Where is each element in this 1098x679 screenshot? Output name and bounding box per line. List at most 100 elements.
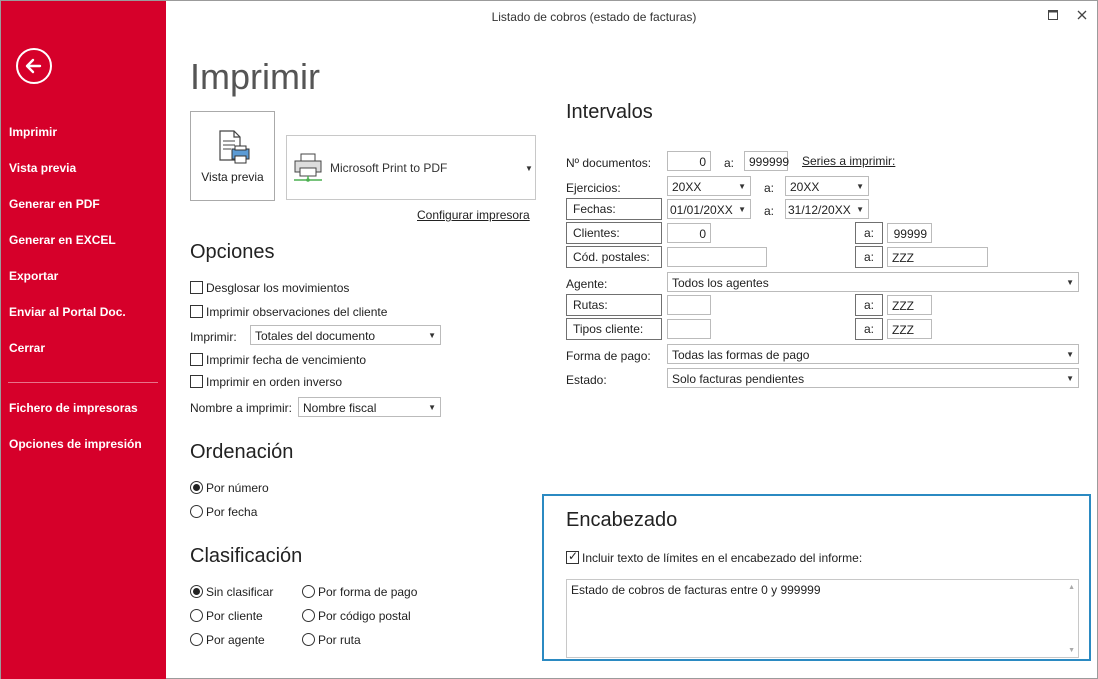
estado-select[interactable]: Solo facturas pendientes ▼ [667, 368, 1079, 388]
vista-previa-button[interactable]: Vista previa [190, 111, 275, 201]
por-codigo-postal-label: Por código postal [318, 609, 411, 623]
title-bar: Listado de cobros (estado de facturas) [166, 1, 1098, 33]
cod-postales-button[interactable]: Cód. postales: [566, 246, 662, 268]
page-title: Imprimir [190, 56, 320, 97]
configurar-impresora-link[interactable]: Configurar impresora [417, 208, 530, 222]
ordenacion-heading: Ordenación [190, 441, 294, 463]
printer-select[interactable]: Microsoft Print to PDF ▼ [286, 135, 536, 200]
fecha-from-value: 01/01/20XX [670, 203, 733, 217]
clasificacion-heading: Clasificación [190, 545, 303, 567]
fechas-button[interactable]: Fechas: [566, 198, 662, 220]
chevron-down-icon: ▼ [1066, 350, 1074, 359]
chevron-down-icon: ▼ [525, 164, 533, 173]
agente-select[interactable]: Todos los agentes ▼ [667, 272, 1079, 292]
tipo-to-input[interactable]: ZZZ [887, 319, 932, 339]
sidebar-item-vista-previa[interactable]: Vista previa [9, 161, 76, 175]
n-documentos-label: Nº documentos: [566, 156, 652, 170]
clientes-a-button[interactable]: a: [855, 222, 883, 244]
orden-inverso-checkbox[interactable] [190, 375, 203, 388]
scroll-up-icon[interactable]: ▲ [1068, 584, 1075, 591]
doc-to-input[interactable]: 999999 [744, 151, 789, 171]
imprimir-label: Imprimir: [190, 330, 237, 344]
agente-label: Agente: [566, 277, 608, 291]
chevron-down-icon: ▼ [1066, 374, 1074, 383]
incluir-limites-checkbox[interactable] [566, 549, 579, 564]
encabezado-textarea[interactable]: Estado de cobros de facturas entre 0 y 9… [566, 579, 1079, 658]
nombre-imprimir-select[interactable]: Nombre fiscal ▼ [298, 397, 441, 417]
fecha-venc-label: Imprimir fecha de vencimiento [206, 353, 367, 367]
sidebar-item-enviar-portal[interactable]: Enviar al Portal Doc. [9, 305, 126, 319]
ejercicios-label: Ejercicios: [566, 181, 621, 195]
sidebar-item-generar-pdf[interactable]: Generar en PDF [9, 197, 100, 211]
por-ruta-label: Por ruta [318, 633, 361, 647]
ejercicio-to-select[interactable]: 20XX ▼ [785, 176, 869, 196]
back-button[interactable] [16, 48, 52, 84]
forma-pago-label: Forma de pago: [566, 349, 651, 363]
back-arrow-icon [25, 58, 42, 74]
window: Imprimir Vista previa Generar en PDF Gen… [0, 0, 1098, 679]
intervalos-heading: Intervalos [566, 101, 653, 123]
por-agente-radio[interactable] [190, 633, 203, 646]
por-fecha-radio[interactable] [190, 505, 203, 518]
cp-a-button[interactable]: a: [855, 246, 883, 268]
clientes-button[interactable]: Clientes: [566, 222, 662, 244]
cliente-to-input[interactable]: 99999 [887, 223, 932, 243]
sin-clasificar-radio[interactable] [190, 585, 203, 598]
vista-previa-label: Vista previa [201, 170, 264, 184]
tipos-a-button[interactable]: a: [855, 318, 883, 340]
doc-from-input[interactable]: 0 [667, 151, 711, 171]
tipo-from-input[interactable] [667, 319, 711, 339]
por-numero-label: Por número [206, 481, 269, 495]
cp-from-input[interactable] [667, 247, 767, 267]
por-cliente-radio[interactable] [190, 609, 203, 622]
series-imprimir-link[interactable]: Series a imprimir: [802, 154, 895, 168]
tipos-cliente-button[interactable]: Tipos cliente: [566, 318, 662, 340]
observaciones-label: Imprimir observaciones del cliente [206, 305, 388, 319]
a-label: a: [764, 181, 775, 195]
fecha-to-picker[interactable]: 31/12/20XX ▼ [785, 199, 869, 219]
por-cliente-label: Por cliente [206, 609, 263, 623]
window-title: Listado de cobros (estado de facturas) [491, 10, 697, 24]
printer-name: Microsoft Print to PDF [330, 161, 448, 175]
sidebar: Imprimir Vista previa Generar en PDF Gen… [1, 1, 166, 679]
forma-pago-select[interactable]: Todas las formas de pago ▼ [667, 344, 1079, 364]
chevron-down-icon: ▼ [856, 182, 864, 191]
sidebar-item-opciones-impresion[interactable]: Opciones de impresión [9, 437, 142, 451]
ruta-from-input[interactable] [667, 295, 711, 315]
cp-to-input[interactable]: ZZZ [887, 247, 988, 267]
sidebar-item-cerrar[interactable]: Cerrar [9, 341, 45, 355]
fecha-venc-checkbox[interactable] [190, 353, 203, 366]
sidebar-item-exportar[interactable]: Exportar [9, 269, 58, 283]
rutas-button[interactable]: Rutas: [566, 294, 662, 316]
scroll-down-icon[interactable]: ▼ [1068, 647, 1075, 654]
ejercicio-from-select[interactable]: 20XX ▼ [667, 176, 751, 196]
encabezado-heading: Encabezado [566, 509, 678, 531]
ruta-to-input[interactable]: ZZZ [887, 295, 932, 315]
chevron-down-icon: ▼ [738, 205, 746, 214]
imprimir-select-value: Totales del documento [255, 329, 376, 343]
fecha-from-picker[interactable]: 01/01/20XX ▼ [667, 199, 751, 219]
por-ruta-radio[interactable] [302, 633, 315, 646]
por-forma-pago-label: Por forma de pago [318, 585, 418, 599]
cliente-from-input[interactable]: 0 [667, 223, 711, 243]
por-forma-pago-radio[interactable] [302, 585, 315, 598]
orden-inverso-label: Imprimir en orden inverso [206, 375, 343, 389]
chevron-down-icon: ▼ [1066, 278, 1074, 287]
rutas-a-button[interactable]: a: [855, 294, 883, 316]
por-fecha-label: Por fecha [206, 505, 258, 519]
ejercicio-to-value: 20XX [790, 180, 820, 194]
estado-label: Estado: [566, 373, 607, 387]
desglosar-checkbox[interactable] [190, 281, 203, 294]
sidebar-item-imprimir[interactable]: Imprimir [9, 125, 57, 139]
close-button[interactable] [1073, 7, 1091, 25]
sidebar-item-generar-excel[interactable]: Generar en EXCEL [9, 233, 116, 247]
imprimir-select[interactable]: Totales del documento ▼ [250, 325, 441, 345]
ejercicio-from-value: 20XX [672, 180, 702, 194]
sidebar-item-fichero-impresoras[interactable]: Fichero de impresoras [9, 401, 138, 415]
por-codigo-postal-radio[interactable] [302, 609, 315, 622]
chevron-down-icon: ▼ [856, 205, 864, 214]
maximize-button[interactable] [1044, 7, 1062, 25]
por-numero-radio[interactable] [190, 481, 203, 494]
maximize-icon [1048, 10, 1058, 20]
observaciones-checkbox[interactable] [190, 305, 203, 318]
